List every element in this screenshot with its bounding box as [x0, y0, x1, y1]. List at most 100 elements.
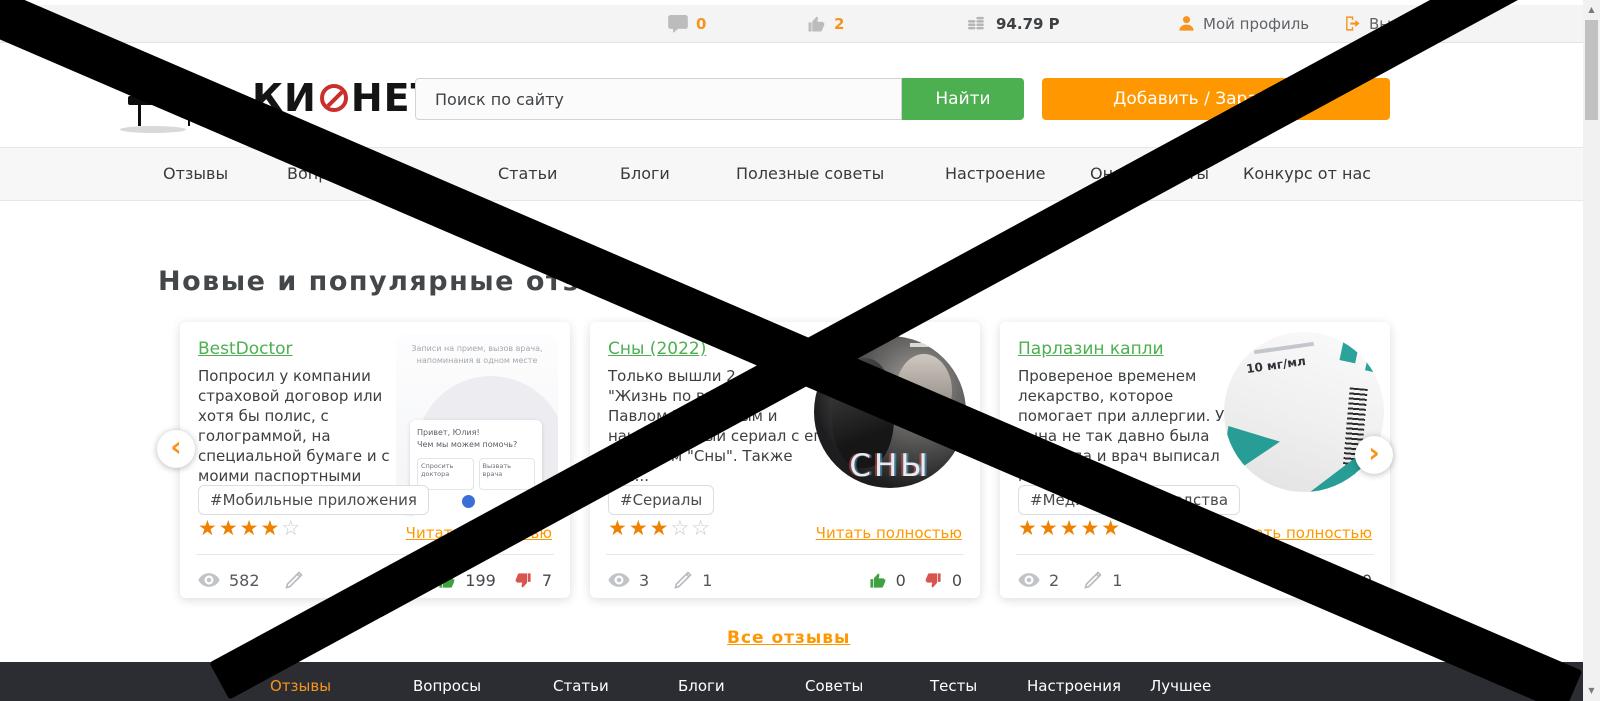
- bottombar-item-tips[interactable]: Советы: [805, 677, 863, 695]
- comments-stat: [284, 570, 313, 590]
- nav-item-blogs[interactable]: Блоги: [620, 148, 670, 200]
- scrollbar[interactable]: ▲ ▼: [1583, 0, 1600, 701]
- search-button[interactable]: Найти: [902, 78, 1024, 120]
- read-more-link[interactable]: Читать полностью: [816, 524, 962, 542]
- views-count: 582: [229, 570, 260, 590]
- all-reviews-link[interactable]: Все отзывы: [727, 628, 850, 648]
- app-avatar: [462, 495, 475, 508]
- likes-count: 199: [465, 570, 496, 590]
- divider: [196, 554, 554, 555]
- views-count: 3: [639, 570, 650, 590]
- eye-icon: [608, 573, 630, 587]
- medicine-sticker: [1339, 334, 1361, 364]
- triangle-down-icon: ▼: [1588, 686, 1595, 695]
- review-stats: 3 1 0 0: [608, 562, 962, 598]
- stars-filled: ★★★: [608, 516, 671, 540]
- pencil-icon: [673, 570, 693, 590]
- comments-count: 1: [702, 570, 713, 590]
- nav-item-articles[interactable]: Статьи: [498, 148, 557, 200]
- scroll-down-button[interactable]: ▼: [1583, 684, 1600, 698]
- pencil-icon: [1083, 570, 1103, 590]
- coins-icon: [968, 15, 988, 32]
- review-card: BestDoctor Попросил у компании страховой…: [180, 322, 570, 598]
- stars-empty: ☆☆: [670, 516, 713, 540]
- topbar-likes-link[interactable]: 2: [806, 5, 844, 42]
- thumbs-down-icon: [924, 572, 943, 589]
- balance-value: 94.79 Р: [996, 14, 1060, 33]
- bottombar-item-questions[interactable]: Вопросы: [413, 677, 481, 695]
- nav-item-tips[interactable]: Полезные советы: [736, 148, 884, 200]
- bottombar-item-blogs[interactable]: Блоги: [678, 677, 725, 695]
- dislike-button[interactable]: 0: [924, 571, 962, 590]
- scrollbar-thumb[interactable]: [1585, 20, 1598, 120]
- topbar-balance[interactable]: 94.79 Р: [968, 5, 1060, 42]
- review-title-link[interactable]: BestDoctor: [198, 339, 293, 359]
- logo-mascot-shadow: [120, 126, 186, 133]
- nav-item-reviews[interactable]: Отзывы: [163, 148, 228, 200]
- views-stat: 3: [608, 571, 649, 590]
- nav-item-contest[interactable]: Конкурс от нас: [1243, 148, 1371, 200]
- app-caption: напоминания в одном месте: [416, 356, 538, 366]
- chevron-left-icon: ‹: [170, 430, 182, 463]
- comments-stat: 1: [673, 570, 712, 590]
- stars-filled: ★★★★★: [1018, 516, 1123, 540]
- like-button[interactable]: 0: [868, 571, 906, 590]
- eye-icon: [198, 573, 220, 587]
- rating-stars[interactable]: ★★★★☆: [198, 516, 302, 540]
- likes-count: 0: [895, 570, 906, 590]
- medicine-accent: [1224, 426, 1280, 482]
- medicine-label: [1254, 341, 1314, 355]
- review-excerpt: Попросил у компании страховой договор ил…: [198, 367, 390, 485]
- stars-filled: ★★★★: [198, 516, 282, 540]
- user-icon: [1178, 15, 1195, 32]
- views-count: 2: [1049, 570, 1060, 590]
- app-caption: Записи на прием, вызов врача,: [411, 344, 543, 353]
- review-title-link[interactable]: Парлазин капли: [1018, 339, 1164, 359]
- bottombar-item-articles[interactable]: Статьи: [553, 677, 609, 695]
- comments-count: 0: [696, 14, 707, 33]
- bottombar-item-moods[interactable]: Настроения: [1027, 677, 1121, 695]
- app-chat-text: Привет, Юлия!: [417, 428, 480, 437]
- thumbs-up-icon: [868, 572, 887, 589]
- category-tag[interactable]: #Мобильные приложения: [198, 485, 429, 515]
- views-stat: 582: [198, 571, 260, 590]
- review-title-link[interactable]: Сны (2022): [608, 339, 706, 359]
- search-input[interactable]: [415, 78, 902, 120]
- poster-label: [910, 343, 936, 347]
- profile-label: Мой профиль: [1203, 14, 1310, 33]
- comment-bubble-icon: [668, 14, 688, 33]
- top-bar: 0 2 94.79 Р Мой профиль Выход: [0, 5, 1583, 43]
- stars-empty: ☆: [281, 516, 303, 540]
- page: 0 2 94.79 Р Мой профиль Выход: [0, 0, 1600, 701]
- topbar-profile-link[interactable]: Мой профиль: [1178, 5, 1309, 42]
- bottombar-item-best[interactable]: Лучшее: [1150, 677, 1211, 695]
- dislike-button[interactable]: 7: [514, 571, 552, 590]
- comments-stat: 1: [1083, 570, 1122, 590]
- chevron-right-icon: ›: [1368, 436, 1380, 469]
- likes-count: 2: [834, 14, 845, 33]
- pencil-icon: [284, 570, 304, 590]
- main-nav: Отзывы Вопросы Статьи Блоги Полезные сов…: [0, 147, 1583, 201]
- nav-item-mood[interactable]: Настроение: [945, 148, 1045, 200]
- medicine-sticker: [1365, 340, 1384, 374]
- rating-stars[interactable]: ★★★★★: [1018, 516, 1122, 540]
- app-mini-button: Вызвать врача: [478, 458, 535, 490]
- eye-icon: [1018, 573, 1040, 587]
- logout-door-icon: [1344, 15, 1361, 32]
- category-tag[interactable]: #Сериалы: [608, 485, 715, 515]
- topbar-comments-link[interactable]: 0: [668, 5, 706, 42]
- carousel-next-button[interactable]: ›: [1355, 436, 1393, 474]
- thumbs-up-icon: [806, 15, 826, 33]
- medicine-dose: 10 мг/мл: [1245, 353, 1307, 377]
- dislikes-count: 7: [541, 570, 552, 590]
- app-chat-text: Чем мы можем помочь?: [417, 440, 518, 449]
- logo-mascot-leg: [138, 104, 141, 126]
- rating-stars[interactable]: ★★★☆☆: [608, 516, 712, 540]
- bottombar-item-tests[interactable]: Тесты: [930, 677, 977, 695]
- scroll-up-button[interactable]: ▲: [1583, 3, 1600, 17]
- bottombar-item-reviews[interactable]: Отзывы: [270, 677, 331, 695]
- poster-title: СНЫ: [849, 448, 931, 484]
- dislikes-count: 0: [951, 570, 962, 590]
- no-entry-icon: [319, 84, 348, 112]
- carousel-prev-button[interactable]: ‹: [157, 430, 195, 468]
